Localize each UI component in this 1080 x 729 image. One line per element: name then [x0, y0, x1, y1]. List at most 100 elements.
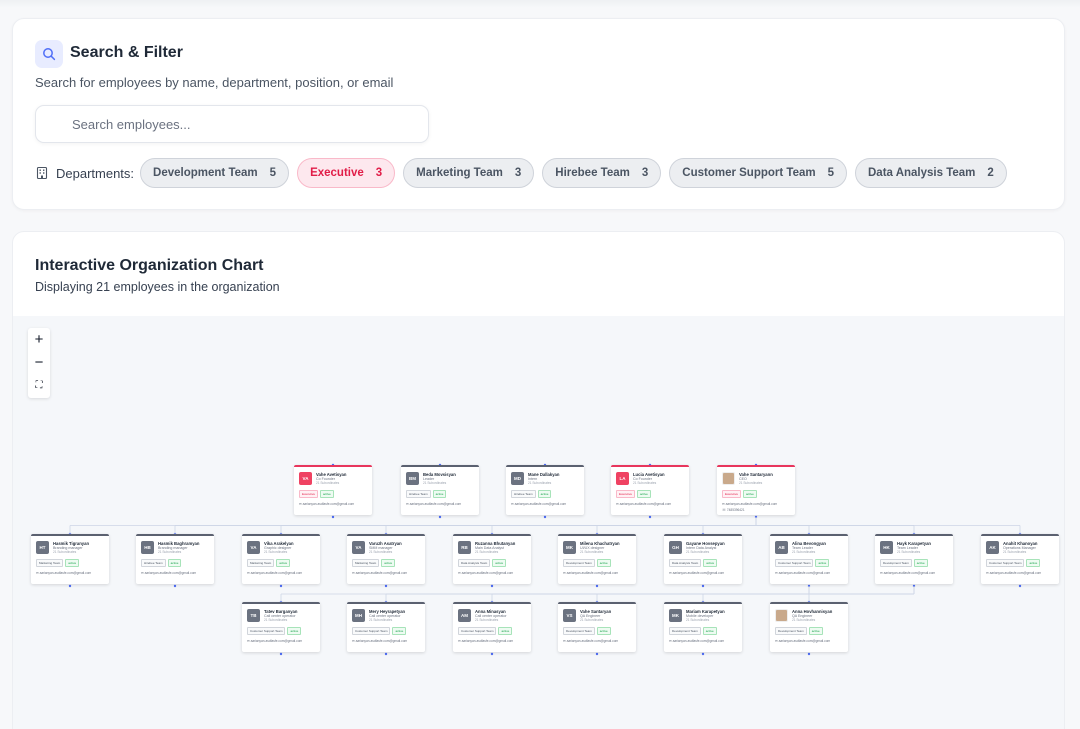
employee-avatar: HB: [141, 541, 154, 554]
chart-title: Interactive Organization Chart: [35, 257, 264, 274]
employee-card[interactable]: HT Hasmik Tigranyan Branding manager 21 Sub…: [31, 534, 109, 584]
department-badge: Customer Support Team: [352, 627, 391, 635]
search-input[interactable]: [72, 106, 422, 142]
status-badge: active: [432, 490, 447, 498]
status-badge: active: [65, 559, 80, 567]
employee-email: aarianyan.asdfasfe.com@gmail.com: [880, 571, 936, 575]
chart-subtitle: Displaying 21 employees in the organizat…: [35, 280, 280, 294]
employee-subordinates: 21 Subordinates: [792, 618, 816, 622]
employee-card[interactable]: LA Lucia Avetisyan Co Founder 21 Subordinat…: [611, 465, 689, 515]
employee-card[interactable]: MD Mane Dallakyan Intern 21 Subordinates Hir…: [506, 465, 584, 515]
employee-subordinates: 21 Subordinates: [264, 550, 288, 554]
employee-avatar: AM: [458, 609, 471, 622]
status-badge: active: [392, 627, 407, 635]
department-badge: Customer Support Team: [247, 627, 286, 635]
employee-card[interactable]: MK Milena Khachatryan UI/UX designer 21 Sub…: [558, 534, 636, 584]
status-badge: active: [276, 559, 291, 567]
employee-avatar: AK: [986, 541, 999, 554]
employee-subordinates: 21 Subordinates: [528, 481, 552, 485]
dept-chip-marketing[interactable]: Marketing Team 3: [403, 158, 535, 188]
employee-email: aarianyan.asdfasfe.com@gmail.com: [563, 639, 619, 643]
employee-card[interactable]: MH Mery Heyrapetyan Call center operator 21…: [347, 602, 425, 652]
employee-avatar: HK: [880, 541, 893, 554]
department-filter: Departments: Development Team 5 Executive…: [35, 158, 1015, 188]
zoom-in-button[interactable]: +: [28, 328, 50, 351]
employee-avatar: MK: [669, 609, 682, 622]
employee-email: aarianyan.asdfasfe.com@gmail.com: [775, 639, 831, 643]
employee-tags: Data Analysis Team active: [458, 559, 507, 567]
employee-card[interactable]: AK Anahit Khanoyan Operations Manager 21 Su…: [981, 534, 1059, 584]
dept-chip-customer-support[interactable]: Customer Support Team 5: [669, 158, 847, 188]
status-badge: active: [808, 627, 823, 635]
employee-email: aarianyan.asdfasfe.com@gmail.com: [511, 502, 567, 506]
employee-card[interactable]: AM Anna Minasyan Call center operator 21 Su…: [453, 602, 531, 652]
employee-subordinates: 21 Subordinates: [53, 550, 77, 554]
department-badge: Executive: [299, 490, 319, 498]
employee-tags: Data Analysis Team active: [669, 559, 718, 567]
org-chart-canvas[interactable]: VA Vahe Avetisyan Co Founder 21 Subordinate…: [13, 316, 1064, 729]
employee-subordinates: 21 Subordinates: [264, 618, 288, 622]
employee-avatar: BM: [406, 472, 419, 485]
employee-tags: Customer Support Team active: [352, 627, 407, 635]
department-badge: Development Team: [669, 627, 701, 635]
employee-subordinates: 21 Subordinates: [792, 550, 816, 554]
employee-card[interactable]: TB Tatev Barganyan Call center operator 21 …: [242, 602, 320, 652]
status-badge: active: [492, 559, 507, 567]
departments-label: Departments:: [56, 165, 135, 181]
employee-email: aarianyan.asdfasfe.com@gmail.com: [458, 571, 514, 575]
search-panel-title: Search & Filter: [70, 44, 183, 61]
employee-card[interactable]: BM Beda Movsisyan Leader 21 Subordinates Hir…: [401, 465, 479, 515]
employee-card[interactable]: VA Vahe Avetisyan Co Founder 21 Subordinate…: [294, 465, 372, 515]
employee-email: aarianyan.asdfasfe.com@gmail.com: [669, 571, 725, 575]
employee-tags: Development Team active: [775, 627, 823, 635]
dept-chip-hirebee[interactable]: Hirebee Team 3: [542, 158, 662, 188]
top-bar: [0, 0, 1080, 8]
employee-tags: Hirebee Team active: [141, 559, 182, 567]
employee-tags: Executive active: [299, 490, 334, 498]
status-badge: active: [815, 559, 830, 567]
employee-avatar: [722, 472, 735, 485]
employee-avatar: HT: [36, 541, 49, 554]
employee-card[interactable]: AB Alina Bevongyan Team Leader 21 Subordina…: [770, 534, 848, 584]
employee-subordinates: 21 Subordinates: [158, 550, 182, 554]
search-box[interactable]: [35, 105, 429, 143]
employee-card[interactable]: HB Hasmik Baghramyan Branding manager 21 Su…: [136, 534, 214, 584]
employee-card[interactable]: RB Ruzanna Bhutanyan Main Data Analyst 21 S…: [453, 534, 531, 584]
employee-avatar: LA: [616, 472, 629, 485]
employee-card[interactable]: VS Vahe Santaryan QA Engineer 21 Subordinat…: [558, 602, 636, 652]
status-badge: active: [381, 559, 396, 567]
status-badge: active: [1026, 559, 1041, 567]
employee-email: aarianyan.asdfasfe.com@gmail.com: [722, 502, 778, 506]
employee-email: aarianyan.asdfasfe.com@gmail.com: [986, 571, 1042, 575]
employee-card[interactable]: MK Mariam Karapetyan Mobile developer 21 Su…: [664, 602, 742, 652]
employee-card[interactable]: Anna Hovhannisyan QA Engineer 21 Subordina…: [770, 602, 848, 652]
employee-avatar: [775, 609, 788, 622]
department-badge: Customer Support Team: [986, 559, 1025, 567]
employee-card[interactable]: GH Gayane Hovsepyan Intern Data Analyst 21 …: [664, 534, 742, 584]
dept-chip-data-analysis[interactable]: Data Analysis Team 2: [855, 158, 1007, 188]
employee-subordinates: 21 Subordinates: [1003, 550, 1027, 554]
employee-email: aarianyan.asdfasfe.com@gmail.com: [352, 639, 408, 643]
employee-card[interactable]: VA Varuzh Asatryan SMM manager 21 Subordina…: [347, 534, 425, 584]
employee-email: aarianyan.asdfasfe.com@gmail.com: [299, 502, 355, 506]
employee-email: aarianyan.asdfasfe.com@gmail.com: [247, 571, 303, 575]
employee-card[interactable]: Vahe Santaryann CEO 21 Subordinates Executi…: [717, 465, 795, 515]
employee-card[interactable]: HK Hayk Karapetyan Team Leader 21 Subordina…: [875, 534, 953, 584]
department-badge: Marketing Team: [352, 559, 380, 567]
department-badge: Hirebee Team: [406, 490, 431, 498]
status-badge: active: [596, 559, 611, 567]
employee-subordinates: 21 Subordinates: [475, 618, 499, 622]
department-badge: Executive: [616, 490, 636, 498]
fit-view-button[interactable]: ⛶: [28, 374, 50, 397]
employee-subordinates: 21 Subordinates: [897, 550, 921, 554]
employee-phone: 7485396421: [722, 508, 745, 512]
employee-tags: Customer Support Team active: [458, 627, 513, 635]
department-badge: Development Team: [775, 627, 807, 635]
employee-tags: Hirebee Team active: [406, 490, 447, 498]
dept-chip-development[interactable]: Development Team 5: [140, 158, 290, 188]
employee-card[interactable]: VA Vika Arakelyan Graphic designer 21 Subor…: [242, 534, 320, 584]
department-badge: Executive: [722, 490, 742, 498]
org-chart-panel: Interactive Organization Chart Displayin…: [12, 231, 1065, 729]
zoom-out-button[interactable]: −: [28, 351, 50, 374]
dept-chip-executive[interactable]: Executive 3: [297, 158, 396, 188]
